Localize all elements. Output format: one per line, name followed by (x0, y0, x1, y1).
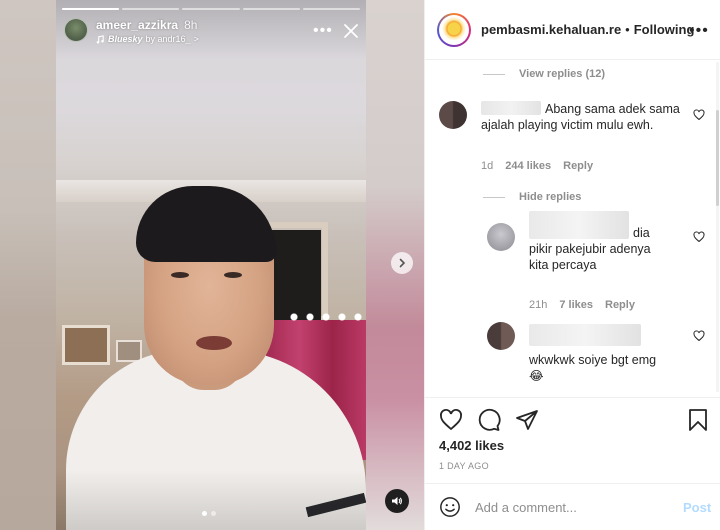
header-separator: • (625, 22, 630, 37)
speaker-icon (392, 497, 402, 505)
reply-like-heart-icon[interactable] (693, 330, 705, 342)
replies-line (483, 196, 505, 198)
emoji-smiley-icon[interactable] (439, 496, 461, 518)
post-actions: 4,402 likes 1 DAY AGO (425, 397, 720, 487)
post-timestamp: 1 DAY AGO (439, 461, 489, 471)
hide-replies-button[interactable]: Hide replies (483, 191, 581, 203)
comments-panel: pembasmi.kehaluan.re • Following ••• Vie… (424, 0, 720, 530)
comment-bubble-icon[interactable] (477, 408, 501, 432)
post-comment-button[interactable]: Post (683, 500, 711, 515)
reply-item: wkwkwk soiye bgt emg 😂 (487, 322, 709, 394)
story-progress-segment (182, 8, 240, 10)
story-progress-segment (242, 8, 300, 10)
hide-replies-label: Hide replies (519, 191, 582, 203)
share-paper-plane-icon[interactable] (515, 408, 539, 432)
post-author-avatar[interactable] (437, 12, 471, 47)
reply-item: dia pikir pakejubir adenya kita percaya … (487, 211, 709, 313)
post-author-username[interactable]: pembasmi.kehaluan.re (481, 22, 621, 37)
reply-text: wkwkwk soiye bgt emg (529, 353, 657, 367)
comment-meta: 1d 244 likes Reply (481, 160, 593, 172)
scrollbar-thumb[interactable] (716, 110, 719, 206)
story-header: ameer_azzikra 8h Bluesky by andr16_ > (64, 18, 199, 44)
reply-username-redacted[interactable] (529, 324, 641, 346)
story-progress-segment (62, 8, 120, 10)
story-progress-bar (62, 8, 361, 10)
bookmark-save-icon[interactable] (687, 408, 709, 432)
story-bottom-shade (56, 470, 366, 530)
story-song-title: Bluesky (108, 34, 143, 44)
story-avatar[interactable] (64, 18, 88, 42)
story-song-artist: by andr16_ (145, 34, 191, 44)
person-mouth (196, 336, 232, 350)
comment-item: Abang sama adek sama ajalah playing vict… (439, 101, 709, 176)
comment-like-heart-icon[interactable] (693, 109, 705, 121)
room-doorway (271, 230, 321, 320)
reply-avatar[interactable] (487, 223, 515, 251)
carousel-dots (202, 511, 216, 516)
comment-age: 1d (481, 160, 494, 172)
story-time: 8h (184, 18, 198, 32)
comment-username-redacted[interactable] (481, 101, 541, 115)
like-heart-icon[interactable] (439, 408, 463, 432)
post-like-count[interactable]: 4,402 likes (439, 438, 504, 453)
comments-scrollbar[interactable] (716, 62, 719, 392)
reply-reply-button[interactable]: Reply (605, 299, 635, 311)
story-frame[interactable] (56, 0, 366, 530)
add-comment-input[interactable]: Add a comment... (475, 500, 577, 515)
comment-likes[interactable]: 244 likes (505, 160, 551, 172)
reply-likes[interactable]: 7 likes (559, 299, 593, 311)
person-eye-left (171, 272, 189, 278)
story-progress-segment (302, 8, 361, 10)
comments-list: View replies (12) Abang sama adek sama a… (425, 61, 720, 397)
reply-meta: 21h 7 likes Reply (529, 299, 635, 311)
post-media: ameer_azzikra 8h Bluesky by andr16_ > ••… (0, 0, 424, 530)
comment-body: Abang sama adek sama ajalah playing vict… (481, 101, 681, 133)
action-icons (439, 408, 539, 432)
sound-toggle-button[interactable] (385, 489, 409, 513)
view-replies-label: View replies (12) (519, 68, 606, 80)
comment-reply-button[interactable]: Reply (563, 160, 593, 172)
story-progress-segment (122, 8, 180, 10)
laughing-emoji: 😂 (529, 369, 544, 383)
reply-username-redacted[interactable] (529, 211, 629, 239)
following-button[interactable]: Following (634, 22, 695, 37)
close-icon[interactable] (342, 22, 360, 40)
story-progress-fill (62, 8, 120, 10)
instagram-post-viewer: ameer_azzikra 8h Bluesky by andr16_ > ••… (0, 0, 720, 530)
wall-picture (62, 325, 110, 365)
view-replies-button[interactable]: View replies (12) (483, 68, 605, 80)
story-song-chevron: > (193, 34, 199, 44)
reply-age: 21h (529, 299, 548, 311)
reply-body: wkwkwk soiye bgt emg 😂 (529, 352, 679, 384)
post-header: pembasmi.kehaluan.re • Following ••• (425, 0, 720, 60)
reply-avatar[interactable] (487, 322, 515, 350)
story-music-row[interactable]: Bluesky by andr16_ > (96, 34, 199, 44)
person-eye-right (224, 272, 242, 278)
replies-line (483, 73, 505, 75)
media-blur-left (0, 0, 56, 530)
comment-avatar[interactable] (439, 101, 467, 129)
vanity-lights (286, 312, 366, 322)
music-note-icon (96, 34, 104, 43)
carousel-dot-active (202, 511, 207, 516)
add-comment-bar: Add a comment... Post (425, 483, 720, 530)
post-more-options-icon[interactable]: ••• (689, 22, 709, 40)
story-more-options-icon[interactable]: ••• (313, 22, 333, 40)
chevron-right-icon (399, 258, 406, 268)
next-media-button[interactable] (391, 252, 413, 274)
reply-like-heart-icon[interactable] (693, 231, 705, 243)
story-username[interactable]: ameer_azzikra (96, 18, 178, 32)
carousel-dot (211, 511, 216, 516)
reply-body: dia pikir pakejubir adenya kita percaya (529, 211, 669, 273)
